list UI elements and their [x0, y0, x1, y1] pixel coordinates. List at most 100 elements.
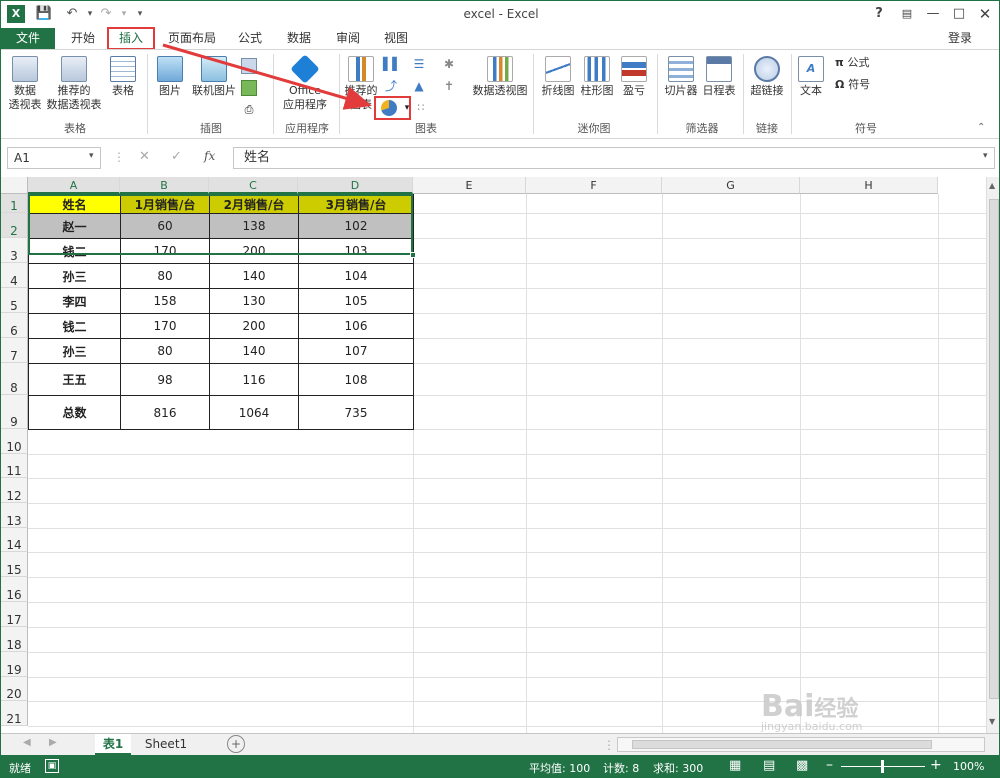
- row-header-9[interactable]: 9: [1, 395, 28, 429]
- formula-input[interactable]: 姓名: [233, 147, 995, 169]
- table-cell[interactable]: 98: [120, 363, 210, 396]
- table-cell[interactable]: 140: [209, 263, 299, 289]
- sheet-tab-active[interactable]: 表1: [95, 734, 131, 755]
- column-header-G[interactable]: G: [662, 177, 800, 194]
- table-cell[interactable]: 106: [298, 313, 414, 339]
- row-header-21[interactable]: 21: [1, 701, 28, 726]
- table-cell[interactable]: 108: [298, 363, 414, 396]
- table-cell[interactable]: 1064: [209, 395, 299, 430]
- table-cell[interactable]: 116: [209, 363, 299, 396]
- row-header-4[interactable]: 4: [1, 263, 28, 288]
- area-chart-icon[interactable]: ▲: [411, 78, 427, 94]
- row-header-10[interactable]: 10: [1, 429, 28, 454]
- radar-chart-icon[interactable]: ✱: [441, 56, 457, 72]
- timeline-button[interactable]: 日程表: [701, 56, 737, 98]
- table-header-cell[interactable]: 3月销售/台: [298, 194, 414, 214]
- row-header-20[interactable]: 20: [1, 677, 28, 701]
- sparkline-winloss-button[interactable]: 盈亏: [617, 56, 651, 98]
- new-sheet-icon[interactable]: +: [227, 735, 245, 753]
- row-header-1[interactable]: 1: [1, 194, 28, 213]
- table-cell[interactable]: 816: [120, 395, 210, 430]
- minimize-button[interactable]: —: [921, 4, 945, 24]
- row-header-14[interactable]: 14: [1, 528, 28, 552]
- close-button[interactable]: ✕: [973, 4, 997, 24]
- cancel-icon[interactable]: ✕: [139, 149, 150, 164]
- row-header-3[interactable]: 3: [1, 238, 28, 263]
- column-header-E[interactable]: E: [413, 177, 526, 194]
- row-header-6[interactable]: 6: [1, 313, 28, 338]
- macro-record-icon[interactable]: ▣: [45, 759, 59, 773]
- expand-formula-icon[interactable]: ▾: [983, 151, 988, 161]
- table-header-cell[interactable]: 2月销售/台: [209, 194, 299, 214]
- zoom-slider-thumb[interactable]: [881, 760, 884, 773]
- scatter-chart-icon[interactable]: ∷: [413, 100, 429, 116]
- combo-chart-icon[interactable]: ✝: [441, 78, 457, 94]
- table-cell[interactable]: 200: [209, 313, 299, 339]
- column-header-C[interactable]: C: [209, 177, 298, 194]
- pivot-chart-button[interactable]: 数据透视图: [471, 56, 529, 98]
- table-cell[interactable]: 138: [209, 213, 299, 239]
- table-cell[interactable]: 孙三: [28, 338, 121, 364]
- table-cell[interactable]: 130: [209, 288, 299, 314]
- table-cell[interactable]: 王五: [28, 363, 121, 396]
- row-header-5[interactable]: 5: [1, 288, 28, 313]
- row-header-19[interactable]: 19: [1, 652, 28, 677]
- sheet-prev-icon[interactable]: ◀: [23, 737, 31, 748]
- table-button[interactable]: 表格: [105, 56, 141, 98]
- row-header-16[interactable]: 16: [1, 577, 28, 602]
- vertical-scrollbar[interactable]: ▲ ▼: [986, 177, 999, 733]
- table-cell[interactable]: 赵一: [28, 213, 121, 239]
- row-header-15[interactable]: 15: [1, 552, 28, 577]
- recommended-pivot-button[interactable]: 推荐的 数据透视表: [45, 56, 103, 112]
- sparkline-line-button[interactable]: 折线图: [539, 56, 577, 98]
- bar-chart-icon[interactable]: ☰: [411, 56, 427, 72]
- tab-file[interactable]: 文件: [1, 28, 55, 49]
- pivot-table-button[interactable]: 数据 透视表: [5, 56, 45, 112]
- enter-icon[interactable]: ✓: [171, 149, 182, 164]
- page-layout-view-icon[interactable]: ▤: [763, 758, 775, 773]
- select-all-corner[interactable]: [1, 177, 28, 194]
- row-header-8[interactable]: 8: [1, 363, 28, 395]
- table-cell[interactable]: 103: [298, 238, 414, 264]
- help-button[interactable]: ?: [867, 4, 891, 24]
- table-cell[interactable]: 102: [298, 213, 414, 239]
- table-cell[interactable]: 200: [209, 238, 299, 264]
- table-cell[interactable]: 钱二: [28, 313, 121, 339]
- vertical-scroll-thumb[interactable]: [989, 199, 999, 699]
- row-header-12[interactable]: 12: [1, 478, 28, 503]
- hyperlink-button[interactable]: 超链接: [747, 56, 787, 98]
- table-cell[interactable]: 104: [298, 263, 414, 289]
- ribbon-display-icon[interactable]: ▤: [895, 4, 919, 24]
- worksheet-grid[interactable]: ABCDEFGH 1 2 3 4 5 6 7 8 9 10 11 12 13 14 15 16 17 18 19 20…: [1, 177, 986, 733]
- table-cell[interactable]: 170: [120, 313, 210, 339]
- sparkline-column-button[interactable]: 柱形图: [579, 56, 615, 98]
- equation-button[interactable]: π 公式: [835, 56, 895, 70]
- table-cell[interactable]: 735: [298, 395, 414, 430]
- name-box-dropdown-icon[interactable]: ▾: [89, 151, 94, 161]
- column-header-A[interactable]: A: [28, 177, 120, 194]
- table-cell[interactable]: 李四: [28, 288, 121, 314]
- table-cell[interactable]: 80: [120, 338, 210, 364]
- row-header-13[interactable]: 13: [1, 503, 28, 528]
- table-header-cell[interactable]: 1月销售/台: [120, 194, 210, 214]
- table-cell[interactable]: 钱二: [28, 238, 121, 264]
- fill-handle[interactable]: [410, 252, 416, 258]
- table-header-cell[interactable]: 姓名: [28, 194, 121, 214]
- normal-view-icon[interactable]: ▦: [729, 758, 741, 773]
- row-header-2[interactable]: 2: [1, 213, 28, 238]
- zoom-level[interactable]: 100%: [953, 760, 984, 773]
- row-header-11[interactable]: 11: [1, 454, 28, 478]
- sign-in-link[interactable]: 登录: [937, 28, 983, 49]
- column-header-D[interactable]: D: [298, 177, 413, 194]
- slicer-button[interactable]: 切片器: [661, 56, 701, 98]
- table-cell[interactable]: 170: [120, 238, 210, 264]
- table-cell[interactable]: 158: [120, 288, 210, 314]
- collapse-ribbon-icon[interactable]: ⌃: [977, 122, 985, 133]
- scroll-down-icon[interactable]: ▼: [989, 717, 995, 726]
- tab-insert[interactable]: 插入: [107, 27, 155, 50]
- row-header-17[interactable]: 17: [1, 602, 28, 627]
- row-header-18[interactable]: 18: [1, 627, 28, 652]
- sheet-next-icon[interactable]: ▶: [49, 737, 57, 748]
- zoom-in-icon[interactable]: +: [930, 757, 942, 773]
- maximize-button[interactable]: □: [947, 4, 971, 24]
